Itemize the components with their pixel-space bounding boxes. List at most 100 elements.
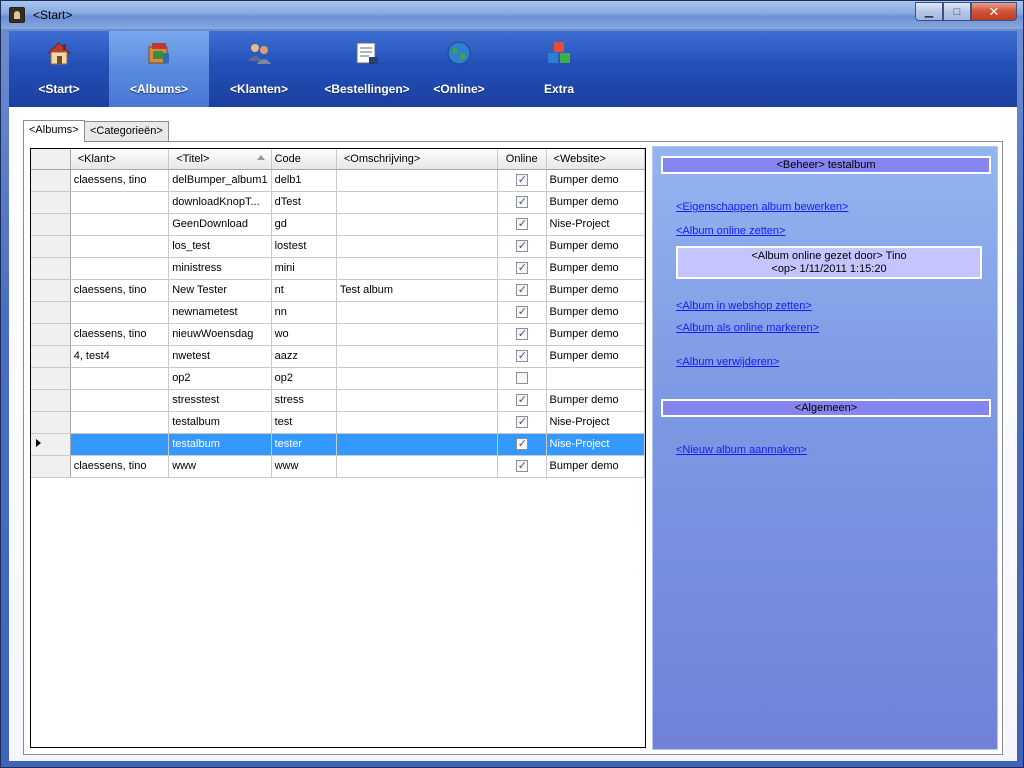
cell-klant[interactable]: claessens, tino bbox=[70, 169, 170, 192]
table-row[interactable]: testalbumtest Nise-Project bbox=[31, 411, 645, 434]
menu-bestellingen[interactable]: <Bestellingen> bbox=[309, 31, 425, 107]
cell-website[interactable] bbox=[546, 367, 645, 390]
minimize-button[interactable]: ▁ bbox=[915, 2, 943, 21]
online-checkbox[interactable] bbox=[515, 459, 528, 473]
cell-website[interactable]: Bumper demo bbox=[546, 279, 645, 302]
cell-omschrijving[interactable] bbox=[336, 345, 498, 368]
cell-website[interactable]: Bumper demo bbox=[546, 345, 645, 368]
menu-albums[interactable]: <Albums> bbox=[109, 31, 209, 107]
cell-website[interactable]: Bumper demo bbox=[546, 389, 645, 412]
cell-klant[interactable]: 4, test4 bbox=[70, 345, 170, 368]
online-checkbox[interactable] bbox=[515, 327, 528, 341]
cell-titel[interactable]: GeenDownload bbox=[168, 213, 272, 236]
col-header-website[interactable]: <Website> bbox=[546, 149, 645, 170]
col-header-klant[interactable]: <Klant> bbox=[70, 149, 170, 170]
row-header[interactable] bbox=[31, 433, 71, 456]
maximize-button[interactable]: □ bbox=[943, 2, 971, 21]
online-checkbox[interactable] bbox=[515, 437, 528, 451]
cell-klant[interactable] bbox=[70, 235, 170, 258]
cell-omschrijving[interactable] bbox=[336, 323, 498, 346]
cell-klant[interactable] bbox=[70, 301, 170, 324]
cell-website[interactable]: Bumper demo bbox=[546, 455, 645, 478]
cell-klant[interactable] bbox=[70, 191, 170, 214]
row-header[interactable] bbox=[31, 301, 71, 324]
table-row[interactable]: ministressmini Bumper demo bbox=[31, 257, 645, 280]
table-row[interactable]: testalbumtester Nise-Project bbox=[31, 433, 645, 456]
online-checkbox[interactable] bbox=[515, 372, 528, 385]
cell-website[interactable]: Bumper demo bbox=[546, 169, 645, 192]
menu-klanten[interactable]: <Klanten> bbox=[209, 31, 309, 107]
online-checkbox[interactable] bbox=[515, 173, 528, 187]
cell-code[interactable]: nn bbox=[271, 301, 337, 324]
cell-code[interactable]: wo bbox=[271, 323, 337, 346]
cell-titel[interactable]: ministress bbox=[168, 257, 272, 280]
cell-code[interactable]: aazz bbox=[271, 345, 337, 368]
cell-website[interactable]: Nise-Project bbox=[546, 213, 645, 236]
cell-titel[interactable]: newnametest bbox=[168, 301, 272, 324]
delete-album-link[interactable]: <Album verwijderen> bbox=[676, 356, 779, 368]
cell-code[interactable]: stress bbox=[271, 389, 337, 412]
cell-titel[interactable]: www bbox=[168, 455, 272, 478]
table-row[interactable]: claessens, tinodelBumper_album1delb1 Bump… bbox=[31, 169, 645, 192]
table-row[interactable]: newnametestnn Bumper demo bbox=[31, 301, 645, 324]
menu-extra[interactable]: Extra bbox=[509, 31, 609, 107]
cell-klant[interactable]: claessens, tino bbox=[70, 455, 170, 478]
col-header-code[interactable]: Code bbox=[271, 149, 337, 170]
cell-code[interactable]: gd bbox=[271, 213, 337, 236]
cell-klant[interactable]: claessens, tino bbox=[70, 323, 170, 346]
cell-titel[interactable]: delBumper_album1 bbox=[168, 169, 272, 192]
row-header[interactable] bbox=[31, 367, 71, 390]
cell-website[interactable]: Bumper demo bbox=[546, 235, 645, 258]
online-checkbox[interactable] bbox=[515, 393, 528, 407]
menu-start[interactable]: <Start> bbox=[9, 31, 109, 107]
row-header[interactable] bbox=[31, 389, 71, 412]
tab-categorieen[interactable]: <Categorieën> bbox=[84, 121, 169, 141]
cell-titel[interactable]: stresstest bbox=[168, 389, 272, 412]
table-row[interactable]: claessens, tinoNew TesterntTest album Bum… bbox=[31, 279, 645, 302]
row-header[interactable] bbox=[31, 213, 71, 236]
cell-code[interactable]: op2 bbox=[271, 367, 337, 390]
close-button[interactable]: ✕ bbox=[971, 2, 1017, 21]
cell-website[interactable]: Bumper demo bbox=[546, 257, 645, 280]
cell-omschrijving[interactable] bbox=[336, 455, 498, 478]
tab-albums[interactable]: <Albums> bbox=[23, 120, 85, 142]
cell-klant[interactable] bbox=[70, 389, 170, 412]
row-header[interactable] bbox=[31, 411, 71, 434]
cell-klant[interactable]: claessens, tino bbox=[70, 279, 170, 302]
cell-code[interactable]: mini bbox=[271, 257, 337, 280]
row-header[interactable] bbox=[31, 323, 71, 346]
cell-omschrijving[interactable] bbox=[336, 169, 498, 192]
cell-omschrijving[interactable] bbox=[336, 191, 498, 214]
cell-titel[interactable]: testalbum bbox=[168, 433, 272, 456]
cell-code[interactable]: tester bbox=[271, 433, 337, 456]
album-webshop-link[interactable]: <Album in webshop zetten> bbox=[676, 300, 812, 312]
cell-code[interactable]: dTest bbox=[271, 191, 337, 214]
cell-website[interactable]: Bumper demo bbox=[546, 301, 645, 324]
new-album-link[interactable]: <Nieuw album aanmaken> bbox=[676, 444, 807, 456]
cell-titel[interactable]: op2 bbox=[168, 367, 272, 390]
cell-titel[interactable]: nwetest bbox=[168, 345, 272, 368]
row-header[interactable] bbox=[31, 169, 71, 192]
row-header[interactable] bbox=[31, 455, 71, 478]
albums-grid[interactable]: <Klant> <Titel> Code <Omschrijving> Onli… bbox=[30, 148, 646, 748]
cell-klant[interactable] bbox=[70, 367, 170, 390]
row-header[interactable] bbox=[31, 235, 71, 258]
table-row[interactable]: claessens, tinonieuwWoensdagwo Bumper dem… bbox=[31, 323, 645, 346]
title-bar[interactable]: <Start> ▁ □ ✕ bbox=[1, 1, 1023, 29]
online-checkbox[interactable] bbox=[515, 261, 528, 275]
edit-album-properties-link[interactable]: <Eigenschappen album bewerken> bbox=[676, 201, 848, 213]
cell-code[interactable]: test bbox=[271, 411, 337, 434]
table-row[interactable]: stressteststress Bumper demo bbox=[31, 389, 645, 412]
cell-website[interactable]: Bumper demo bbox=[546, 191, 645, 214]
row-header[interactable] bbox=[31, 345, 71, 368]
cell-titel[interactable]: nieuwWoensdag bbox=[168, 323, 272, 346]
cell-omschrijving[interactable] bbox=[336, 411, 498, 434]
cell-website[interactable]: Nise-Project bbox=[546, 411, 645, 434]
cell-code[interactable]: nt bbox=[271, 279, 337, 302]
online-checkbox[interactable] bbox=[515, 283, 528, 297]
cell-klant[interactable] bbox=[70, 433, 170, 456]
cell-titel[interactable]: testalbum bbox=[168, 411, 272, 434]
row-header[interactable] bbox=[31, 279, 71, 302]
cell-titel[interactable]: downloadKnopT... bbox=[168, 191, 272, 214]
cell-titel[interactable]: los_test bbox=[168, 235, 272, 258]
